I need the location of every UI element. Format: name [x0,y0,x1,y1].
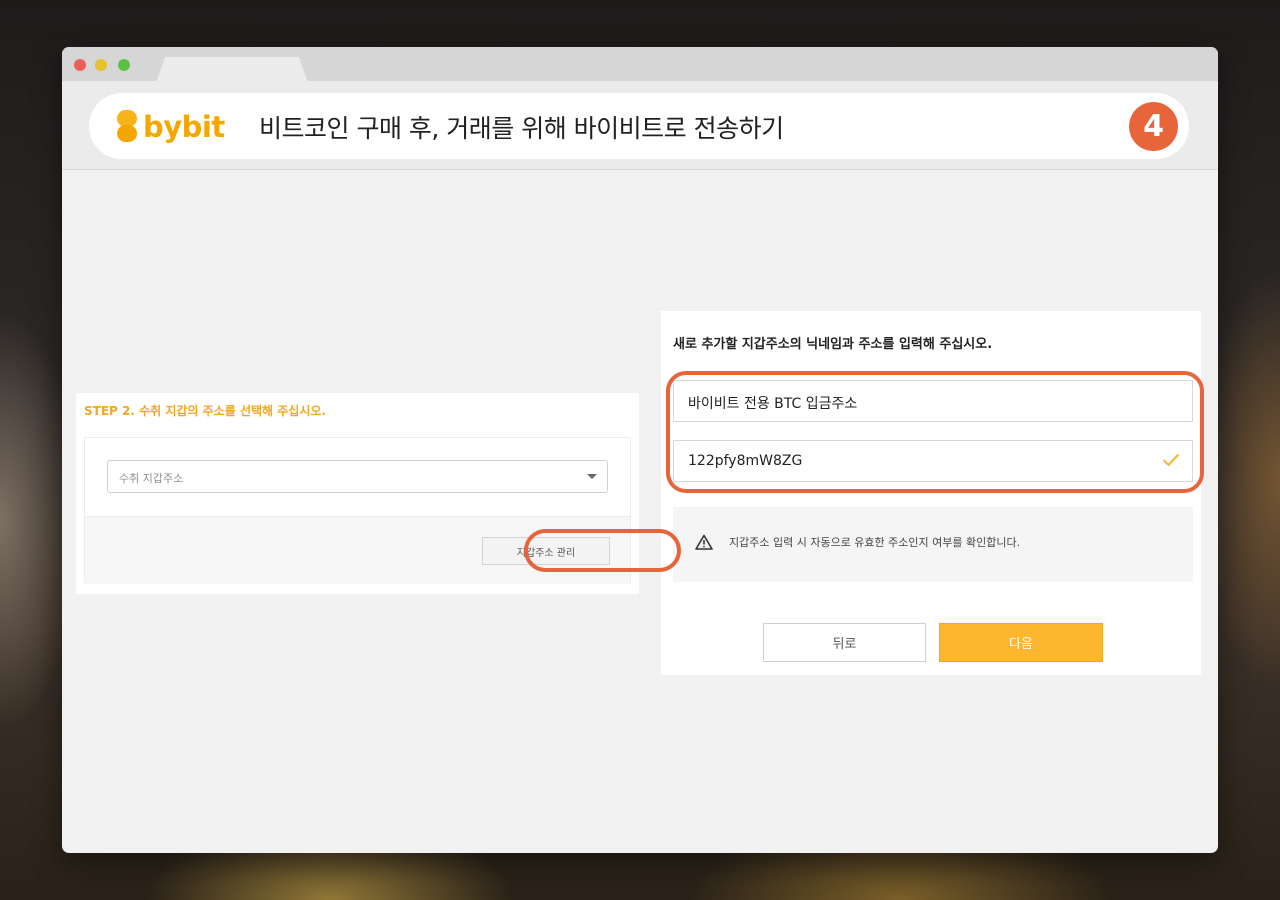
close-window-button[interactable] [74,59,86,71]
warning-icon [695,534,713,550]
notice-text: 지갑주소 입력 시 자동으로 유효한 주소인지 여부를 확인합니다. [729,536,1021,549]
select-area: 수취 지갑주소 [85,438,630,516]
minimize-window-button[interactable] [95,59,107,71]
back-button[interactable]: 뒤로 [763,623,926,662]
maximize-window-button[interactable] [118,59,130,71]
select-placeholder: 수취 지갑주소 [119,472,184,485]
bybit-logo-icon [115,110,139,144]
chevron-down-icon [587,474,597,479]
step-label: STEP 2. 수취 지갑의 주소를 선택해 주십시오. [84,404,326,418]
next-button[interactable]: 다음 [939,623,1103,662]
header-bar: bybit 비트코인 구매 후, 거래를 위해 바이비트로 전송하기 4 [62,81,1218,170]
step-badge: 4 [1129,102,1178,151]
manage-button-highlight [524,529,681,572]
page-title: 비트코인 구매 후, 거래를 위해 바이비트로 전송하기 [259,114,784,143]
window-chrome [62,47,1218,83]
form-heading: 새로 추가할 지갑주소의 닉네임과 주소를 입력해 주십시오. [673,337,993,352]
bybit-logo: bybit [115,107,225,147]
recipient-wallet-select[interactable]: 수취 지갑주소 [107,460,608,493]
browser-tab[interactable] [156,57,308,83]
browser-window: bybit 비트코인 구매 후, 거래를 위해 바이비트로 전송하기 4 STE… [62,47,1218,853]
input-fields-highlight [666,371,1204,493]
add-wallet-panel: 새로 추가할 지갑주소의 닉네임과 주소를 입력해 주십시오. 바이비트 전용 … [661,311,1201,675]
validation-notice: 지갑주소 입력 시 자동으로 유효한 주소인지 여부를 확인합니다. [673,507,1193,582]
title-banner: bybit 비트코인 구매 후, 거래를 위해 바이비트로 전송하기 4 [89,93,1189,159]
logo-text: bybit [143,110,225,144]
